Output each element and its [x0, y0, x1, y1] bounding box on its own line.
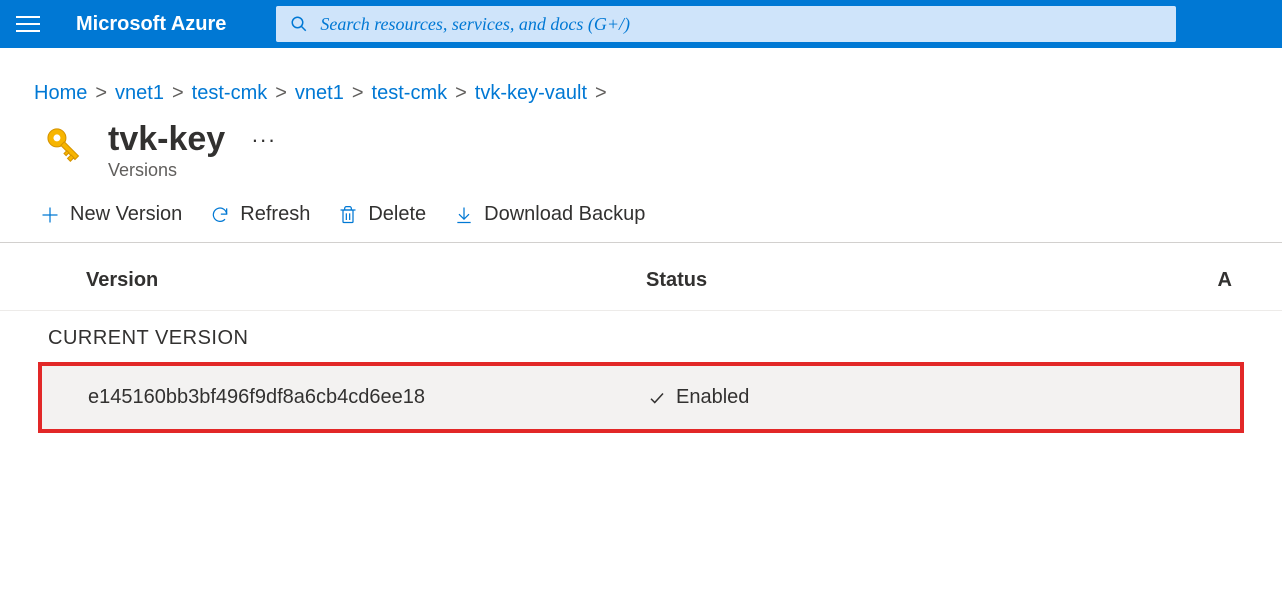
- search-icon: [290, 15, 308, 33]
- cell-version: e145160bb3bf496f9df8a6cb4cd6ee18: [88, 386, 648, 409]
- delete-button[interactable]: Delete: [338, 203, 426, 226]
- breadcrumb-item[interactable]: Home: [34, 82, 87, 105]
- title-row: tvk-key Versions ···: [0, 121, 1282, 195]
- plus-icon: [40, 205, 60, 225]
- breadcrumb-item[interactable]: test-cmk: [372, 82, 448, 105]
- chevron-right-icon: >: [352, 82, 364, 105]
- table-header-row: Version Status A: [0, 243, 1282, 311]
- breadcrumb-item[interactable]: vnet1: [295, 82, 344, 105]
- refresh-icon: [210, 205, 230, 225]
- search-input[interactable]: [320, 14, 1162, 35]
- search-box[interactable]: [276, 6, 1176, 42]
- breadcrumb: Home > vnet1 > test-cmk > vnet1 > test-c…: [0, 76, 1282, 121]
- column-header-last[interactable]: A: [1046, 269, 1242, 292]
- breadcrumb-item[interactable]: tvk-key-vault: [475, 82, 587, 105]
- more-button[interactable]: ···: [251, 121, 276, 151]
- brand-label: Microsoft Azure: [76, 13, 226, 36]
- chevron-right-icon: >: [595, 82, 607, 105]
- key-icon: [40, 121, 88, 169]
- download-icon: [454, 205, 474, 225]
- refresh-button[interactable]: Refresh: [210, 203, 310, 226]
- highlighted-row-annotation: e145160bb3bf496f9df8a6cb4cd6ee18 Enabled: [38, 362, 1244, 433]
- breadcrumb-item[interactable]: vnet1: [115, 82, 164, 105]
- top-header: Microsoft Azure: [0, 0, 1282, 48]
- trash-icon: [338, 205, 358, 225]
- page-title: tvk-key: [108, 121, 225, 158]
- command-bar: New Version Refresh Delete Download Back…: [0, 195, 1282, 243]
- check-icon: [648, 389, 666, 407]
- column-header-version[interactable]: Version: [86, 269, 646, 292]
- table-row[interactable]: e145160bb3bf496f9df8a6cb4cd6ee18 Enabled: [42, 366, 1240, 429]
- page-subtitle: Versions: [108, 160, 225, 181]
- menu-icon[interactable]: [16, 12, 40, 36]
- header-spacer: [0, 48, 1282, 76]
- download-backup-label: Download Backup: [484, 203, 645, 226]
- refresh-label: Refresh: [240, 203, 310, 226]
- breadcrumb-item[interactable]: test-cmk: [192, 82, 268, 105]
- chevron-right-icon: >: [275, 82, 287, 105]
- chevron-right-icon: >: [172, 82, 184, 105]
- chevron-right-icon: >: [455, 82, 467, 105]
- delete-label: Delete: [368, 203, 426, 226]
- new-version-button[interactable]: New Version: [40, 203, 182, 226]
- column-header-status[interactable]: Status: [646, 269, 1046, 292]
- status-label: Enabled: [676, 386, 749, 409]
- new-version-label: New Version: [70, 203, 182, 226]
- versions-table: Version Status A CURRENT VERSION e145160…: [0, 243, 1282, 433]
- cell-status: Enabled: [648, 386, 1048, 409]
- chevron-right-icon: >: [95, 82, 107, 105]
- section-header-current-version: CURRENT VERSION: [0, 311, 1282, 358]
- download-backup-button[interactable]: Download Backup: [454, 203, 645, 226]
